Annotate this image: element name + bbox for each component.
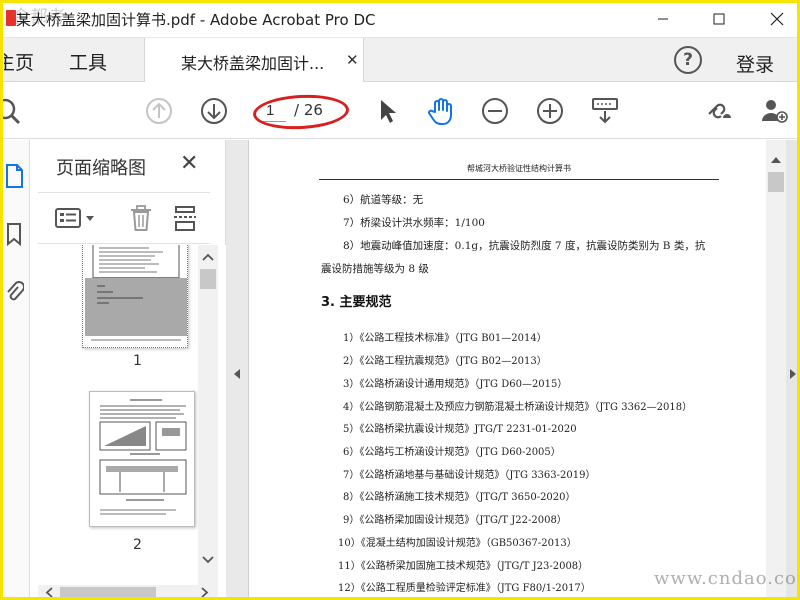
thumbnail-1-number: 1	[133, 353, 142, 369]
panel-toolbar	[38, 192, 210, 244]
tab-home[interactable]: 主页	[4, 48, 34, 75]
hand-tool-icon[interactable]	[424, 94, 458, 128]
zoom-out-icon[interactable]	[478, 94, 512, 128]
panel-close-icon[interactable]: ✕	[180, 151, 198, 176]
doc-line-3: 8）地震动峰值加速度：0.1g，抗震设防烈度 7 度，抗震设防类别为 B 类，抗	[343, 240, 706, 252]
tab-document-label: 某大桥盖梁加固计...	[181, 54, 325, 73]
window-title: 某大桥盖梁加固计算书.pdf - Adobe Acrobat Pro DC	[16, 11, 376, 29]
reference-item: 2）《公路工程抗震规范》（JTG B02—2013）	[343, 356, 547, 367]
toolbar: / 26	[0, 83, 800, 139]
collapse-panel-icon	[234, 369, 240, 379]
search-icon[interactable]	[0, 94, 24, 128]
thumbnail-scroll-thumb[interactable]	[200, 269, 216, 289]
scroll-down-icon	[202, 556, 214, 564]
reference-item: 3）《公路桥涵设计通用规范》（JTG D60—2015）	[343, 379, 568, 390]
thumbnail-scrollbar[interactable]	[198, 245, 218, 585]
thumbnail-options-icon[interactable]	[54, 203, 100, 233]
reference-item: 5）《公路桥梁抗震设计规范》JTG/T 2231-01-2020	[343, 424, 577, 435]
share-link-icon[interactable]	[702, 94, 736, 128]
doc-line-1: 6）航道等级：无	[343, 194, 424, 206]
doc-line-2: 7）桥梁设计洪水频率：1/100	[343, 217, 485, 229]
reference-item: 6）《公路圬工桥涵设计规范》（JTG D60-2005）	[343, 447, 561, 458]
thumbnail-2-number: 2	[133, 537, 142, 553]
panel-collapse-strip[interactable]	[226, 140, 248, 600]
reference-item: 10）《混凝土结构加固设计规范》（GB50367-2013）	[338, 538, 577, 549]
scroll-right-icon	[201, 587, 209, 598]
scroll-left-icon	[45, 587, 53, 598]
login-button[interactable]: 登录	[736, 50, 774, 77]
reference-item: 4）《公路钢筋混凝土及预应力钢筋混凝土桥涵设计规范》（JTG 3362—2018…	[343, 402, 693, 413]
help-icon[interactable]: ?	[674, 46, 702, 74]
scroll-mode-icon[interactable]	[588, 94, 622, 128]
document-header: 帮城河大桥验证性结构计算书	[319, 164, 719, 180]
window-close-button[interactable]	[754, 0, 800, 38]
tab-document[interactable]: 某大桥盖梁加固计... ✕	[144, 38, 364, 82]
tab-bar: 主页 工具 某大桥盖梁加固计... ✕ ? 登录	[0, 38, 800, 82]
reference-item: 1）《公路工程技术标准》（JTG B01—2014）	[343, 333, 547, 344]
previous-page-icon[interactable]	[142, 94, 176, 128]
tab-close-icon[interactable]: ✕	[346, 51, 359, 69]
page-thumbnail-2[interactable]	[89, 391, 195, 527]
left-rail	[0, 140, 30, 600]
maximize-icon	[713, 13, 725, 25]
attachment-icon[interactable]	[0, 276, 28, 308]
thumbnail-hscrollbar[interactable]	[38, 585, 218, 600]
add-user-icon[interactable]	[757, 94, 791, 128]
maximize-button[interactable]	[696, 0, 742, 38]
close-icon	[770, 12, 784, 26]
document-scroll-thumb[interactable]	[768, 172, 784, 192]
reference-item: 8）《公路桥涵施工技术规范》（JTG/T 3650-2020）	[343, 492, 576, 503]
doc-scroll-up-icon	[771, 157, 781, 163]
zoom-in-icon[interactable]	[533, 94, 567, 128]
thumbnail-hscroll-thumb[interactable]	[60, 587, 156, 598]
section-title: 3. 主要规范	[321, 295, 392, 310]
reference-item: 9）《公路桥梁加固设计规范》（JTG/T J22-2008）	[343, 515, 567, 526]
minimize-button[interactable]	[640, 0, 686, 38]
page-thumbnail-1[interactable]	[82, 245, 188, 348]
tab-tools[interactable]: 工具	[69, 48, 107, 75]
watermark-bottom: www.cndao.com	[654, 568, 800, 589]
reference-item: 7）《公路桥涵地基与基础设计规范》（JTG 3363-2019）	[343, 470, 596, 481]
reference-item: 12）《公路工程质量检验评定标准》（JTG F80/1-2017）	[338, 583, 591, 594]
panel-title: 页面缩略图	[56, 158, 146, 179]
document-scrollbar[interactable]	[766, 140, 786, 600]
title-bar: 金都考 某大桥盖梁加固计算书.pdf - Adobe Acrobat Pro D…	[0, 0, 800, 38]
next-page-icon[interactable]	[197, 94, 231, 128]
doc-line-4: 震设防措施等级为 8 级	[321, 263, 429, 275]
select-cursor-icon[interactable]	[370, 94, 404, 128]
thumbnail-panel: 页面缩略图 ✕ 1 2	[38, 140, 226, 600]
reference-item: 11）《公路桥梁加固施工技术规范》（JTG/T J23-2008）	[338, 561, 589, 572]
minimize-icon	[658, 18, 668, 20]
scroll-up-icon	[202, 253, 214, 261]
annotation-oval	[252, 92, 350, 132]
extract-page-icon[interactable]	[170, 203, 200, 233]
page-thumbnails-icon[interactable]	[0, 160, 28, 192]
document-view[interactable]: 帮城河大桥验证性结构计算书 6）航道等级：无 7）桥梁设计洪水频率：1/100 …	[248, 140, 766, 600]
delete-page-icon[interactable]	[126, 203, 156, 233]
bookmark-icon[interactable]	[0, 218, 28, 250]
thumbnail-list: 1 2	[38, 245, 226, 600]
right-panel-strip[interactable]	[786, 140, 800, 600]
expand-right-panel-icon	[790, 369, 796, 379]
